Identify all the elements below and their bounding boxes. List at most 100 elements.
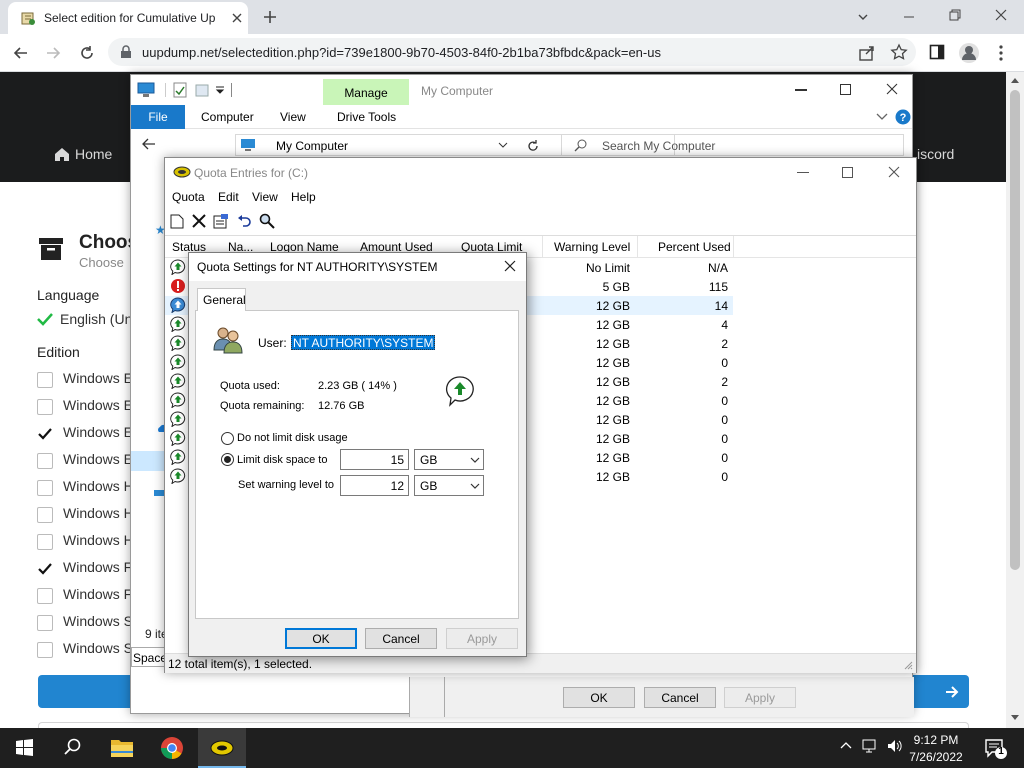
menu-edit[interactable]: Edit xyxy=(218,190,239,204)
find-icon[interactable] xyxy=(259,213,275,229)
menu-quota[interactable]: Quota xyxy=(172,190,205,204)
start-button[interactable] xyxy=(0,728,48,768)
checkbox[interactable] xyxy=(37,642,53,658)
no-limit-radio[interactable] xyxy=(221,432,234,445)
home-icon[interactable] xyxy=(54,146,70,162)
quota-minimize-icon[interactable] xyxy=(797,172,809,173)
network-tray-icon[interactable] xyxy=(862,738,880,754)
percent-used-cell: 0 xyxy=(721,470,728,484)
side-panel-icon[interactable] xyxy=(929,44,945,60)
delete-icon[interactable] xyxy=(192,214,206,228)
clock-date[interactable]: 7/26/2022 xyxy=(900,750,972,764)
user-value-field[interactable]: NT AUTHORITY\SYSTEM xyxy=(291,335,436,350)
checkbox[interactable] xyxy=(37,507,53,523)
file-tab[interactable]: File xyxy=(131,105,185,129)
new-tab-icon[interactable] xyxy=(262,9,278,25)
quota-app-taskbar-icon[interactable] xyxy=(198,728,246,768)
scrollbar-thumb[interactable] xyxy=(1010,90,1020,570)
properties-apply-button[interactable]: Apply xyxy=(724,687,796,708)
no-limit-label[interactable]: Do not limit disk usage xyxy=(237,432,348,444)
restore-icon[interactable] xyxy=(948,8,962,22)
quota-close-icon[interactable] xyxy=(888,166,900,178)
explorer-close-icon[interactable] xyxy=(886,83,898,95)
properties-cancel-button[interactable]: Cancel xyxy=(644,687,716,708)
manage-tab[interactable]: Manage xyxy=(323,79,409,105)
notifications-icon[interactable]: 1 xyxy=(984,738,1008,760)
checked-checkbox[interactable] xyxy=(37,426,53,442)
back-icon[interactable] xyxy=(12,44,30,62)
explorer-search-box[interactable]: Search My Computer xyxy=(561,134,904,156)
minimize-icon[interactable] xyxy=(902,10,916,24)
quick-access-dropdown-icon[interactable] xyxy=(215,86,225,94)
nav-pane-selected-item[interactable] xyxy=(131,451,165,471)
explorer-minimize-icon[interactable] xyxy=(795,89,807,91)
computer-tab[interactable]: Computer xyxy=(201,110,254,124)
new-entry-icon[interactable] xyxy=(170,214,184,229)
tab-general[interactable]: General xyxy=(197,288,246,311)
tab-search-chevron-icon[interactable] xyxy=(856,10,870,24)
profile-avatar-icon[interactable] xyxy=(958,42,980,64)
close-tab-icon[interactable] xyxy=(230,11,244,25)
page-scrollbar[interactable] xyxy=(1006,72,1024,728)
share-icon[interactable] xyxy=(858,44,876,62)
address-bar[interactable]: uupdump.net/selectedition.php?id=739e180… xyxy=(108,38,916,66)
lock-icon[interactable] xyxy=(120,45,132,59)
ok-button[interactable]: OK xyxy=(285,628,357,649)
scroll-up-icon[interactable] xyxy=(1010,76,1020,84)
properties-toolbar-icon[interactable] xyxy=(213,213,229,229)
explorer-maximize-icon[interactable] xyxy=(840,84,851,95)
tray-chevron-icon[interactable] xyxy=(840,741,852,749)
checkbox[interactable] xyxy=(37,615,53,631)
resize-grip-icon[interactable] xyxy=(903,660,913,670)
dialog-close-icon[interactable] xyxy=(504,260,516,272)
clock-time[interactable]: 9:12 PM xyxy=(900,733,972,747)
search-icon[interactable] xyxy=(48,728,96,768)
bookmark-star-icon[interactable] xyxy=(890,43,908,61)
menu-help[interactable]: Help xyxy=(291,190,316,204)
checkbox[interactable] xyxy=(37,588,53,604)
chrome-taskbar-icon[interactable] xyxy=(148,728,196,768)
refresh-icon[interactable] xyxy=(526,139,540,153)
limit-value-input[interactable]: 15 xyxy=(340,449,409,470)
cancel-button[interactable]: Cancel xyxy=(365,628,437,649)
reload-icon[interactable] xyxy=(78,44,96,62)
quota-maximize-icon[interactable] xyxy=(842,167,853,178)
checkbox[interactable] xyxy=(37,372,53,388)
nav-home-link[interactable]: Home xyxy=(75,146,112,162)
drive-tools-tab[interactable]: Drive Tools xyxy=(337,110,396,124)
view-tab[interactable]: View xyxy=(280,110,306,124)
explorer-title: My Computer xyxy=(421,84,494,98)
column-warning-level[interactable]: Warning Level xyxy=(554,240,630,254)
checkbox[interactable] xyxy=(37,534,53,550)
nav-discord-link[interactable]: iscord xyxy=(917,146,954,162)
column-percent-used[interactable]: Percent Used xyxy=(658,240,731,254)
undo-icon[interactable] xyxy=(237,214,251,228)
warning-value-input[interactable]: 12 xyxy=(340,475,409,496)
site-favicon-icon xyxy=(20,10,36,26)
apply-button[interactable]: Apply xyxy=(446,628,518,649)
new-folder-icon[interactable] xyxy=(195,82,209,98)
checkbox[interactable] xyxy=(37,399,53,415)
limit-unit-select[interactable]: GB xyxy=(414,449,484,470)
forward-icon[interactable] xyxy=(44,44,62,62)
warning-level-cell: 12 GB xyxy=(595,299,630,313)
warning-unit-select[interactable]: GB xyxy=(414,475,484,496)
scroll-down-icon[interactable] xyxy=(1010,714,1020,722)
browser-tab[interactable]: Select edition for Cumulative Up xyxy=(8,2,248,34)
checkbox[interactable] xyxy=(37,453,53,469)
checked-checkbox[interactable] xyxy=(37,561,53,577)
help-icon[interactable]: ? xyxy=(895,109,911,125)
edition-label: Windows E xyxy=(63,451,134,467)
close-window-icon[interactable] xyxy=(994,8,1008,22)
ribbon-expand-icon[interactable] xyxy=(876,112,888,122)
address-dropdown-icon[interactable] xyxy=(498,142,508,148)
chrome-menu-icon[interactable] xyxy=(996,44,1006,62)
checkbox[interactable] xyxy=(37,480,53,496)
limit-label[interactable]: Limit disk space to xyxy=(237,454,327,466)
explorer-back-icon[interactable] xyxy=(142,138,156,150)
properties-icon[interactable] xyxy=(173,82,187,98)
limit-radio[interactable] xyxy=(221,453,234,466)
menu-view[interactable]: View xyxy=(252,190,278,204)
properties-ok-button[interactable]: OK xyxy=(563,687,635,708)
file-explorer-icon[interactable] xyxy=(98,728,146,768)
